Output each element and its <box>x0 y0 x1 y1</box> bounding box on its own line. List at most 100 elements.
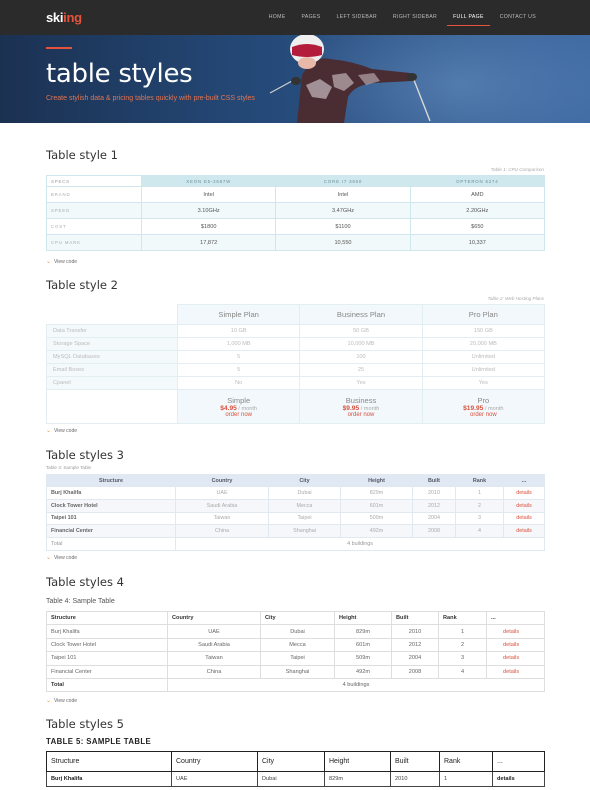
nav-left-sidebar[interactable]: LEFT SIDEBAR <box>329 0 385 35</box>
table-cell: 2004 <box>391 651 439 666</box>
table-row: CPU MARK 17,872 10,550 10,337 <box>46 234 546 251</box>
hero-accent-line <box>46 47 72 49</box>
details-link[interactable]: details <box>503 511 545 526</box>
page-subtitle: Create stylish data & pricing tables qui… <box>46 95 255 102</box>
view-code-toggle-1[interactable]: ⌄ View code <box>46 259 77 266</box>
table1-heading: Table style 1 <box>46 148 118 162</box>
header-cell: Rank <box>438 610 487 626</box>
table-row: Financial Center China Shanghai 492m 200… <box>46 664 545 679</box>
table-cell: 5 <box>176 363 301 377</box>
view-code-toggle-4[interactable]: ⌄ View code <box>46 698 78 705</box>
row-label: Cpanel <box>46 376 178 390</box>
table-header-row: SPECS XEON E5-2687W CORE I7 3960 OPTERON… <box>46 175 546 187</box>
chevron-down-icon: ⌄ <box>46 427 52 434</box>
header-cell: Height <box>340 474 413 487</box>
table-header-row: Structure Country City Height Built Rank… <box>46 474 545 487</box>
pricing-cell-simple: Simple $4.95 / month order now <box>176 389 301 424</box>
nav-home[interactable]: HOME <box>261 0 294 35</box>
details-link[interactable]: details <box>486 624 545 639</box>
table-cell: 829m <box>334 624 392 639</box>
header-cell: City <box>268 474 341 487</box>
table-cell: 1 <box>438 624 487 639</box>
structure-cell: Clock Tower Hotel <box>46 637 168 653</box>
table-cell: Intel <box>275 186 411 203</box>
details-link[interactable]: details <box>503 486 545 500</box>
view-code-toggle-3[interactable]: ⌄ View code <box>46 555 77 562</box>
details-link[interactable]: details <box>492 771 545 787</box>
nav-contact-us[interactable]: CONTACT US <box>492 0 544 35</box>
order-now-link-business[interactable]: order now <box>300 412 421 418</box>
skier-illustration <box>269 35 431 123</box>
details-link[interactable]: details <box>503 498 545 513</box>
table-row: Burj Khalifa UAE Dubai 829m 2010 1 detai… <box>46 624 545 639</box>
total-value: 4 buildings <box>167 677 545 693</box>
main-menu: HOME PAGES LEFT SIDEBAR RIGHT SIDEBAR FU… <box>261 0 544 35</box>
table-cell: 25 <box>299 363 423 377</box>
details-link[interactable]: details <box>503 524 545 539</box>
table3-caption: Table 3: Sample Table <box>46 465 92 470</box>
logo-text: ski <box>46 10 64 25</box>
order-now-link-simple[interactable]: order now <box>178 412 299 418</box>
table-row: MySQL Databases 5 100 Unlimited <box>46 350 546 364</box>
header-cell: OPTERON 6274 <box>409 175 546 187</box>
table-cell: Dubai <box>257 771 325 787</box>
table-cell: 17,872 <box>140 234 277 251</box>
table-row: Clock Tower Hotel Saudi Arabia Mecca 601… <box>46 498 545 513</box>
table-header-row: Simple Plan Business Plan Pro Plan <box>46 304 546 325</box>
table-cell: 2008 <box>412 524 456 539</box>
table-row: Email Boxes 5 25 Unlimited <box>46 363 546 377</box>
table-cell: 601m <box>334 637 392 653</box>
price-value: $19.95 <box>463 404 484 412</box>
header-cell: Rank <box>455 474 504 487</box>
structure-cell: Taipei 101 <box>46 511 176 526</box>
table2: Simple Plan Business Plan Pro Plan Data … <box>46 304 546 424</box>
table-cell: 601m <box>340 498 413 513</box>
table-cell: 5 <box>176 350 301 364</box>
header-cell: ... <box>503 474 545 487</box>
site-logo[interactable]: skiing <box>46 10 82 25</box>
table-cell: 1,000 MB <box>176 337 301 351</box>
view-code-toggle-2[interactable]: ⌄ View code <box>46 427 77 435</box>
table-cell: 829m <box>324 771 391 787</box>
table5: Structure Country City Height Built Rank… <box>46 751 545 787</box>
plan-header: Simple Plan <box>176 304 301 325</box>
table-cell: Mecca <box>268 498 341 513</box>
order-now-link-pro[interactable]: order now <box>423 412 544 418</box>
row-label: Storage Space <box>46 337 178 351</box>
nav-full-page[interactable]: FULL PAGE <box>445 0 492 35</box>
table-row: SPEED 3.10GHz 3.47GHz 2.20GHz <box>46 202 546 219</box>
structure-cell: Clock Tower Hotel <box>46 498 176 513</box>
table-cell: AMD <box>409 186 546 203</box>
header-cell: City <box>260 610 335 626</box>
view-code-label: View code <box>54 698 78 704</box>
table-cell: Shanghai <box>268 524 341 539</box>
table4-heading: Table styles 4 <box>46 575 124 589</box>
plan-price: $9.95 / month <box>300 405 421 412</box>
details-link[interactable]: details <box>486 651 545 666</box>
table-cell: Saudi Arabia <box>175 498 269 513</box>
plan-name: Business <box>345 395 377 405</box>
table5-heading: Table styles 5 <box>46 717 124 731</box>
row-label: Email Boxes <box>46 363 178 377</box>
table-header-row: Structure Country City Height Built Rank… <box>46 610 545 626</box>
table-cell: China <box>167 664 261 679</box>
table-cell: $650 <box>409 218 546 235</box>
nav-right-sidebar[interactable]: RIGHT SIDEBAR <box>385 0 445 35</box>
table-cell: UAE <box>171 771 258 787</box>
table-cell: 2 <box>455 498 504 513</box>
table-cell: 100 <box>299 350 423 364</box>
table-cell: Dubai <box>260 624 335 639</box>
details-link[interactable]: details <box>486 637 545 653</box>
nav-pages[interactable]: PAGES <box>294 0 329 35</box>
price-value: $4.95 <box>220 404 237 412</box>
pricing-cell-business: Business $9.95 / month order now <box>299 389 423 424</box>
hero-banner: table styles Create stylish data & prici… <box>0 35 590 123</box>
table-cell: 509m <box>334 651 392 666</box>
table-cell: Saudi Arabia <box>167 637 261 653</box>
header-cell: Structure <box>46 751 172 772</box>
row-label: Data Transfer <box>46 324 178 338</box>
table-total-row: Total 4 buildings <box>46 677 545 693</box>
price-period: / month <box>236 405 258 412</box>
details-link[interactable]: details <box>486 664 545 679</box>
table-cell: 2.20GHz <box>409 202 546 219</box>
